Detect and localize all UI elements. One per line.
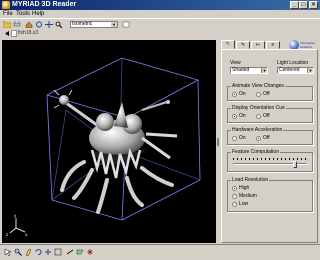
fit-view-icon[interactable] (54, 248, 62, 256)
tab-measure[interactable]: ⊢ (251, 41, 265, 49)
rotate-tool-icon[interactable] (34, 248, 42, 256)
feature-slider-thumb[interactable] (292, 161, 297, 168)
orientation-cue-group: Display Orientation Cue On Off (227, 105, 313, 123)
light-location-select[interactable]: Centered ▼ (277, 67, 314, 74)
view-orientation-value: Isometric (72, 21, 93, 27)
file-name: fish18.x3 (18, 30, 39, 36)
pointer-icon: ↖ (225, 41, 231, 47)
light-location-value: Centered (279, 67, 300, 73)
section-tool-icon[interactable] (76, 248, 84, 256)
back-icon[interactable] (3, 30, 10, 37)
panel-tabs: ↖ ✎ ⊢ ≡ Informative Graphics (221, 40, 318, 50)
feature-computation-group: Feature Computation (227, 149, 313, 172)
load-medium-label: Medium (239, 193, 257, 199)
animate-off-label: Off (263, 91, 270, 97)
animate-off-radio[interactable] (256, 92, 261, 97)
view-mode-value: Shaded (232, 67, 250, 73)
orientation-on-label: On (239, 113, 246, 119)
orientation-cue-title: Display Orientation Cue (231, 105, 286, 111)
hardware-acceleration-group: Hardware Acceleration On Off (227, 127, 313, 145)
minimize-button[interactable]: _ (290, 1, 299, 9)
open-icon[interactable] (3, 21, 11, 28)
maximize-button[interactable]: □ (299, 1, 308, 9)
file-bar: fish18.x3 (0, 29, 216, 38)
document-icon (11, 30, 17, 37)
rotate-icon[interactable] (35, 21, 43, 28)
3d-scene[interactable]: y x z (2, 40, 216, 243)
load-high-radio[interactable] (232, 186, 237, 191)
chevron-down-icon: ▼ (111, 22, 117, 27)
hardware-on-label: On (239, 135, 246, 141)
orientation-cue: y x z (6, 213, 28, 237)
marker-tool-icon[interactable] (24, 248, 32, 256)
light-location-label: Light Location (277, 60, 309, 66)
pencil-icon: ✎ (240, 42, 246, 48)
fit-icon[interactable] (122, 21, 130, 28)
orientation-on-radio[interactable] (232, 114, 237, 119)
orientation-off-label: Off (263, 113, 270, 119)
animate-on-radio[interactable] (232, 92, 237, 97)
svg-text:z: z (6, 232, 8, 237)
animate-view-title: Animate View Changes (231, 83, 285, 89)
ruler-icon: ⊢ (255, 42, 261, 48)
slider-ticks (233, 158, 307, 160)
panel-body: View Shaded ▼ Light Location Centered ▼ … (221, 49, 318, 243)
view-label: View (230, 60, 241, 66)
animate-view-group: Animate View Changes On Off (227, 83, 313, 101)
bottom-toolbar (0, 244, 320, 260)
tab-markup[interactable]: ✎ (236, 41, 250, 49)
load-high-label: High (239, 185, 250, 191)
app-icon (2, 1, 10, 9)
title-bar: MYRIAD 3D Reader _ □ × (0, 0, 320, 10)
menu-file[interactable]: File (3, 11, 13, 17)
hardware-off-label: Off (263, 135, 270, 141)
logo-text: Informative Graphics (300, 41, 315, 49)
settings-panel: ↖ ✎ ⊢ ≡ Informative Graphics View Shaded… (221, 40, 318, 243)
view-mode-select[interactable]: Shaded ▼ (230, 67, 268, 74)
pan-icon[interactable] (45, 21, 53, 28)
close-button[interactable]: × (309, 1, 318, 9)
load-resolution-title: Load Resolution (231, 177, 270, 183)
hardware-acceleration-title: Hardware Acceleration (231, 127, 284, 133)
zoom-tool-icon[interactable] (14, 248, 22, 256)
window-title: MYRIAD 3D Reader (12, 1, 77, 8)
svg-text:y: y (14, 213, 17, 218)
3d-viewport[interactable]: y x z (2, 40, 216, 243)
print-icon[interactable] (13, 21, 21, 28)
load-medium-radio[interactable] (232, 194, 237, 199)
toolbar: Isometric ▼ (0, 18, 320, 29)
menu-tools[interactable]: Tools (16, 11, 30, 17)
fish-model (53, 89, 178, 214)
menu-help[interactable]: Help (32, 11, 44, 17)
svg-text:x: x (25, 232, 28, 237)
explode-tool-icon[interactable] (86, 248, 94, 256)
orientation-off-radio[interactable] (256, 114, 261, 119)
measure-tool-icon[interactable] (66, 248, 74, 256)
load-low-radio[interactable] (232, 202, 237, 207)
tab-properties[interactable]: ≡ (266, 41, 280, 49)
view-orientation-select[interactable]: Isometric ▼ (70, 21, 118, 28)
hardware-on-radio[interactable] (232, 136, 237, 141)
pan-tool-icon[interactable] (44, 248, 52, 256)
load-resolution-group: Load Resolution High Medium Low (227, 177, 313, 212)
chevron-down-icon: ▼ (307, 68, 313, 73)
menu-bar: File Tools Help (0, 10, 320, 18)
zoom-icon[interactable] (55, 21, 63, 28)
home-icon[interactable] (25, 21, 33, 28)
load-low-label: Low (239, 201, 249, 207)
hardware-off-radio[interactable] (256, 136, 261, 141)
feature-computation-title: Feature Computation (231, 149, 280, 155)
list-icon: ≡ (271, 42, 275, 48)
select-tool-icon[interactable] (4, 248, 12, 256)
animate-on-label: On (239, 91, 246, 97)
chevron-down-icon: ▼ (261, 68, 267, 73)
tab-display[interactable]: ↖ (221, 40, 235, 49)
splitter-grip[interactable] (217, 138, 219, 146)
